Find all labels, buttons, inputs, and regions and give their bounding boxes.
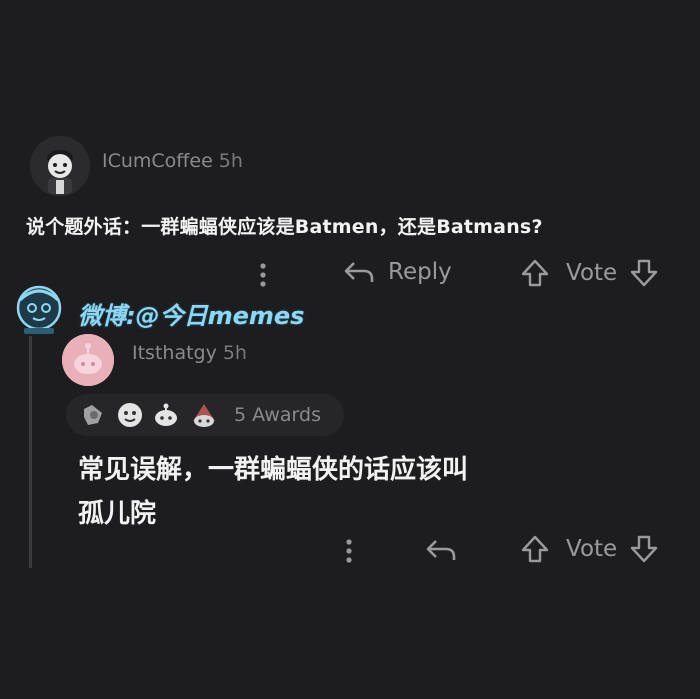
award-icon: [155, 403, 177, 426]
timestamp: 5h: [218, 150, 243, 172]
watermark-logo: [10, 282, 68, 336]
more-vertical-icon[interactable]: [258, 262, 268, 288]
timestamp: 5h: [222, 342, 247, 364]
comment-body: 说个题外话：一群蝙蝠侠应该是Batmen，还是Batmans?: [26, 216, 543, 238]
comment-actions: Reply Vote: [0, 254, 700, 294]
reply-body-line: 常见误解，一群蝙蝠侠的话应该叫: [78, 455, 469, 485]
upvote-arrow-icon[interactable]: [520, 534, 550, 564]
vote-label: Vote: [566, 260, 618, 286]
watermark-text: 微博:@今日memes: [78, 302, 305, 330]
downvote-arrow-icon[interactable]: [629, 534, 659, 564]
award-icon: [84, 405, 102, 425]
comment-author[interactable]: ICumCoffee 5h: [102, 150, 243, 172]
snoo-avatar-icon: [62, 334, 114, 386]
award-icon: [118, 403, 142, 427]
username[interactable]: Itsthatgy: [132, 342, 217, 364]
reply-label: Reply: [388, 259, 452, 285]
reddit-comment-thread: ICumCoffee 5h 说个题外话：一群蝙蝠侠应该是Batmen，还是Batm…: [0, 0, 700, 699]
vote-control: Vote: [520, 258, 659, 288]
upvote-arrow-icon[interactable]: [520, 258, 550, 288]
commenter-avatar[interactable]: [30, 136, 90, 196]
downvote-arrow-icon[interactable]: [629, 258, 659, 288]
reply-body: 常见误解，一群蝙蝠侠的话应该叫 孤儿院: [78, 448, 638, 536]
awards-count: 5 Awards: [234, 404, 321, 426]
reply-avatar[interactable]: [62, 334, 114, 386]
vote-control: Vote: [520, 534, 659, 564]
reply-arrow-icon: [344, 262, 374, 282]
more-vertical-icon[interactable]: [344, 538, 354, 564]
username[interactable]: ICumCoffee: [102, 150, 213, 172]
reply-button[interactable]: Reply: [342, 258, 452, 286]
awards-bar[interactable]: 5 Awards: [66, 394, 344, 436]
reply-actions: Vote: [0, 530, 700, 570]
award-icon: [193, 404, 215, 427]
reply-arrow-icon[interactable]: [424, 536, 458, 564]
vote-label: Vote: [566, 536, 618, 562]
watermark-face-icon: [16, 285, 62, 334]
avatar-cartoon-icon: [30, 136, 90, 196]
reply-author[interactable]: Itsthatgy 5h: [132, 342, 247, 364]
